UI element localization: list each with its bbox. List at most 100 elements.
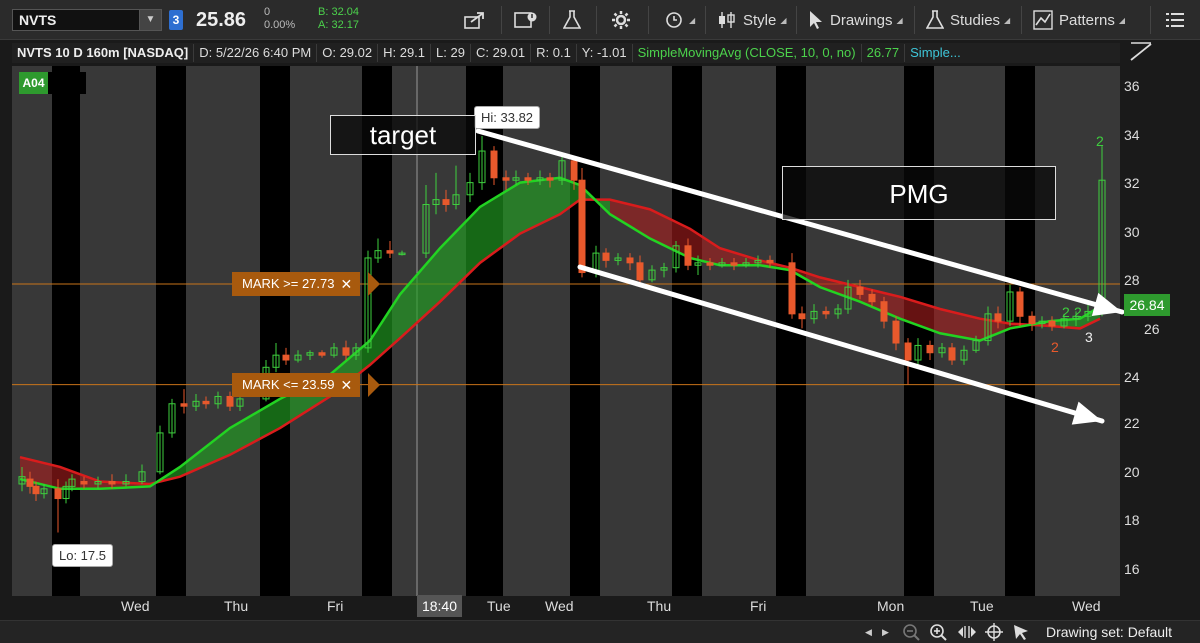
mark-lower-alert[interactable]: MARK <= 23.59 ✕ (232, 373, 361, 397)
fit-width-icon[interactable] (957, 623, 977, 643)
style-menu[interactable]: Style ◢ (717, 8, 787, 32)
cursor-arrow-icon (810, 11, 822, 29)
studies-label: Studies (950, 11, 1001, 29)
scroll-right-icon[interactable]: ▶ (882, 627, 889, 638)
candle-body (524, 177, 532, 181)
candle-body (1028, 315, 1036, 325)
change-value: 0 (264, 6, 271, 18)
count-label: 3 (1085, 329, 1093, 345)
bar-close: C: 29.01 (471, 44, 532, 62)
x-day-label: Thu (647, 598, 672, 614)
link-group-badge[interactable]: 3 (169, 10, 183, 30)
close-icon[interactable]: ✕ (341, 272, 353, 296)
x-day-label: Wed (1072, 598, 1101, 614)
candle-body (822, 310, 830, 315)
y-tick-label: 30 (1124, 224, 1140, 240)
candle-body (442, 199, 450, 205)
candle-body (602, 252, 610, 261)
session-band (1005, 66, 1035, 596)
mark-upper-pointer (368, 272, 380, 296)
close-icon[interactable]: ✕ (341, 373, 353, 397)
bar-low: L: 29 (431, 44, 471, 62)
y-tick-label: 18 (1124, 512, 1140, 528)
candle-body (904, 342, 912, 361)
mark-upper-alert[interactable]: MARK >= 27.73 ✕ (232, 272, 361, 296)
study-sma-fast-value: 26.77 (862, 44, 906, 62)
candle-body (202, 400, 210, 405)
crosshair-icon[interactable] (985, 623, 1003, 643)
candle-body (502, 177, 510, 181)
ask-value: A: 32.17 (318, 19, 359, 31)
menu-button[interactable] (1166, 8, 1184, 32)
count-label: 2 (1051, 339, 1059, 355)
x-day-label: Tue (487, 598, 511, 614)
studies-flask-icon (926, 10, 944, 29)
patterns-menu[interactable]: Patterns ◢ (1033, 8, 1125, 32)
candle-body (856, 286, 864, 295)
symbol-input[interactable]: NVTS ▼ (12, 9, 162, 31)
clock-icon (666, 12, 682, 28)
target-note[interactable]: target (330, 115, 476, 155)
x-day-label: Fri (327, 598, 344, 614)
high-label: Hi: 33.82 (474, 106, 541, 129)
study-tag[interactable]: A04 (19, 72, 48, 94)
candle-body (180, 403, 188, 407)
candle-body (788, 262, 796, 315)
y-tick-label: 16 (1124, 561, 1140, 577)
candle-body (490, 150, 498, 179)
symbol-dropdown-icon[interactable]: ▼ (139, 10, 161, 30)
bar-date: D: 5/22/26 6:40 PM (194, 44, 318, 62)
pmg-note[interactable]: PMG (782, 166, 1056, 220)
candle-body (54, 488, 62, 500)
scroll-left-icon[interactable]: ◀ (865, 627, 872, 638)
drawings-label: Drawings (830, 11, 893, 29)
last-price: 25.86 (196, 9, 247, 31)
drawing-set-selector[interactable]: Drawing set: Default (1046, 624, 1172, 640)
share-icon (464, 12, 484, 29)
session-band (904, 66, 934, 596)
zoom-out-icon[interactable] (902, 623, 922, 643)
drawings-menu[interactable]: Drawings ◢ (808, 8, 903, 32)
x-day-label: Wed (545, 598, 574, 614)
y-tick-label: 28 (1124, 272, 1140, 288)
top-toolbar: NVTS ▼ 3 25.86 0 0.00% B: 32.04 A: 32.17… (0, 0, 1200, 40)
bar-range: R: 0.1 (531, 44, 577, 62)
zoom-in-icon[interactable] (929, 623, 949, 643)
style-label: Style (743, 11, 777, 29)
candle-body (226, 395, 234, 407)
notes-button[interactable] (514, 8, 538, 32)
pointer-icon[interactable] (1012, 623, 1030, 643)
candle-body (880, 301, 888, 322)
y-tick-label: 22 (1124, 415, 1140, 431)
flask-button[interactable] (563, 8, 581, 32)
study-sma-fast[interactable]: SimpleMovingAvg (CLOSE, 10, 0, no) (633, 44, 862, 62)
candle-body (926, 344, 934, 354)
study-sma-slow[interactable]: Simple... (905, 44, 966, 62)
caret-icon: ◢ (780, 15, 787, 25)
net-change: 0 0.00% (264, 6, 295, 32)
caret-icon: ◢ (689, 15, 696, 25)
y-tick-label: 26 (1144, 321, 1160, 337)
candles-icon (719, 12, 735, 28)
drawing-tool-button[interactable] (1128, 40, 1154, 66)
bar-y: Y: -1.01 (577, 44, 633, 62)
y-tick-label: 24 (1124, 369, 1140, 385)
studies-menu[interactable]: Studies ◢ (926, 8, 1010, 32)
time-cursor-label: 18:40 (417, 595, 462, 617)
y-tick-label: 34 (1124, 127, 1140, 143)
session-band (570, 66, 600, 596)
share-button[interactable] (464, 8, 486, 32)
count-label: 2 (1074, 304, 1082, 320)
bottom-bar: ◀ ▶ Drawing set: Default (0, 620, 1200, 643)
candle-body (26, 478, 34, 487)
candle-body (868, 293, 876, 303)
price-chart[interactable] (0, 66, 1200, 620)
patterns-label: Patterns (1059, 11, 1115, 29)
session-band (672, 66, 702, 596)
settings-button[interactable] (611, 8, 631, 32)
time-frame-button[interactable]: ◢ (665, 8, 695, 32)
candle-body (80, 481, 88, 485)
candle-body (892, 320, 900, 344)
candle-body (1016, 291, 1024, 317)
x-day-label: Wed (121, 598, 150, 614)
